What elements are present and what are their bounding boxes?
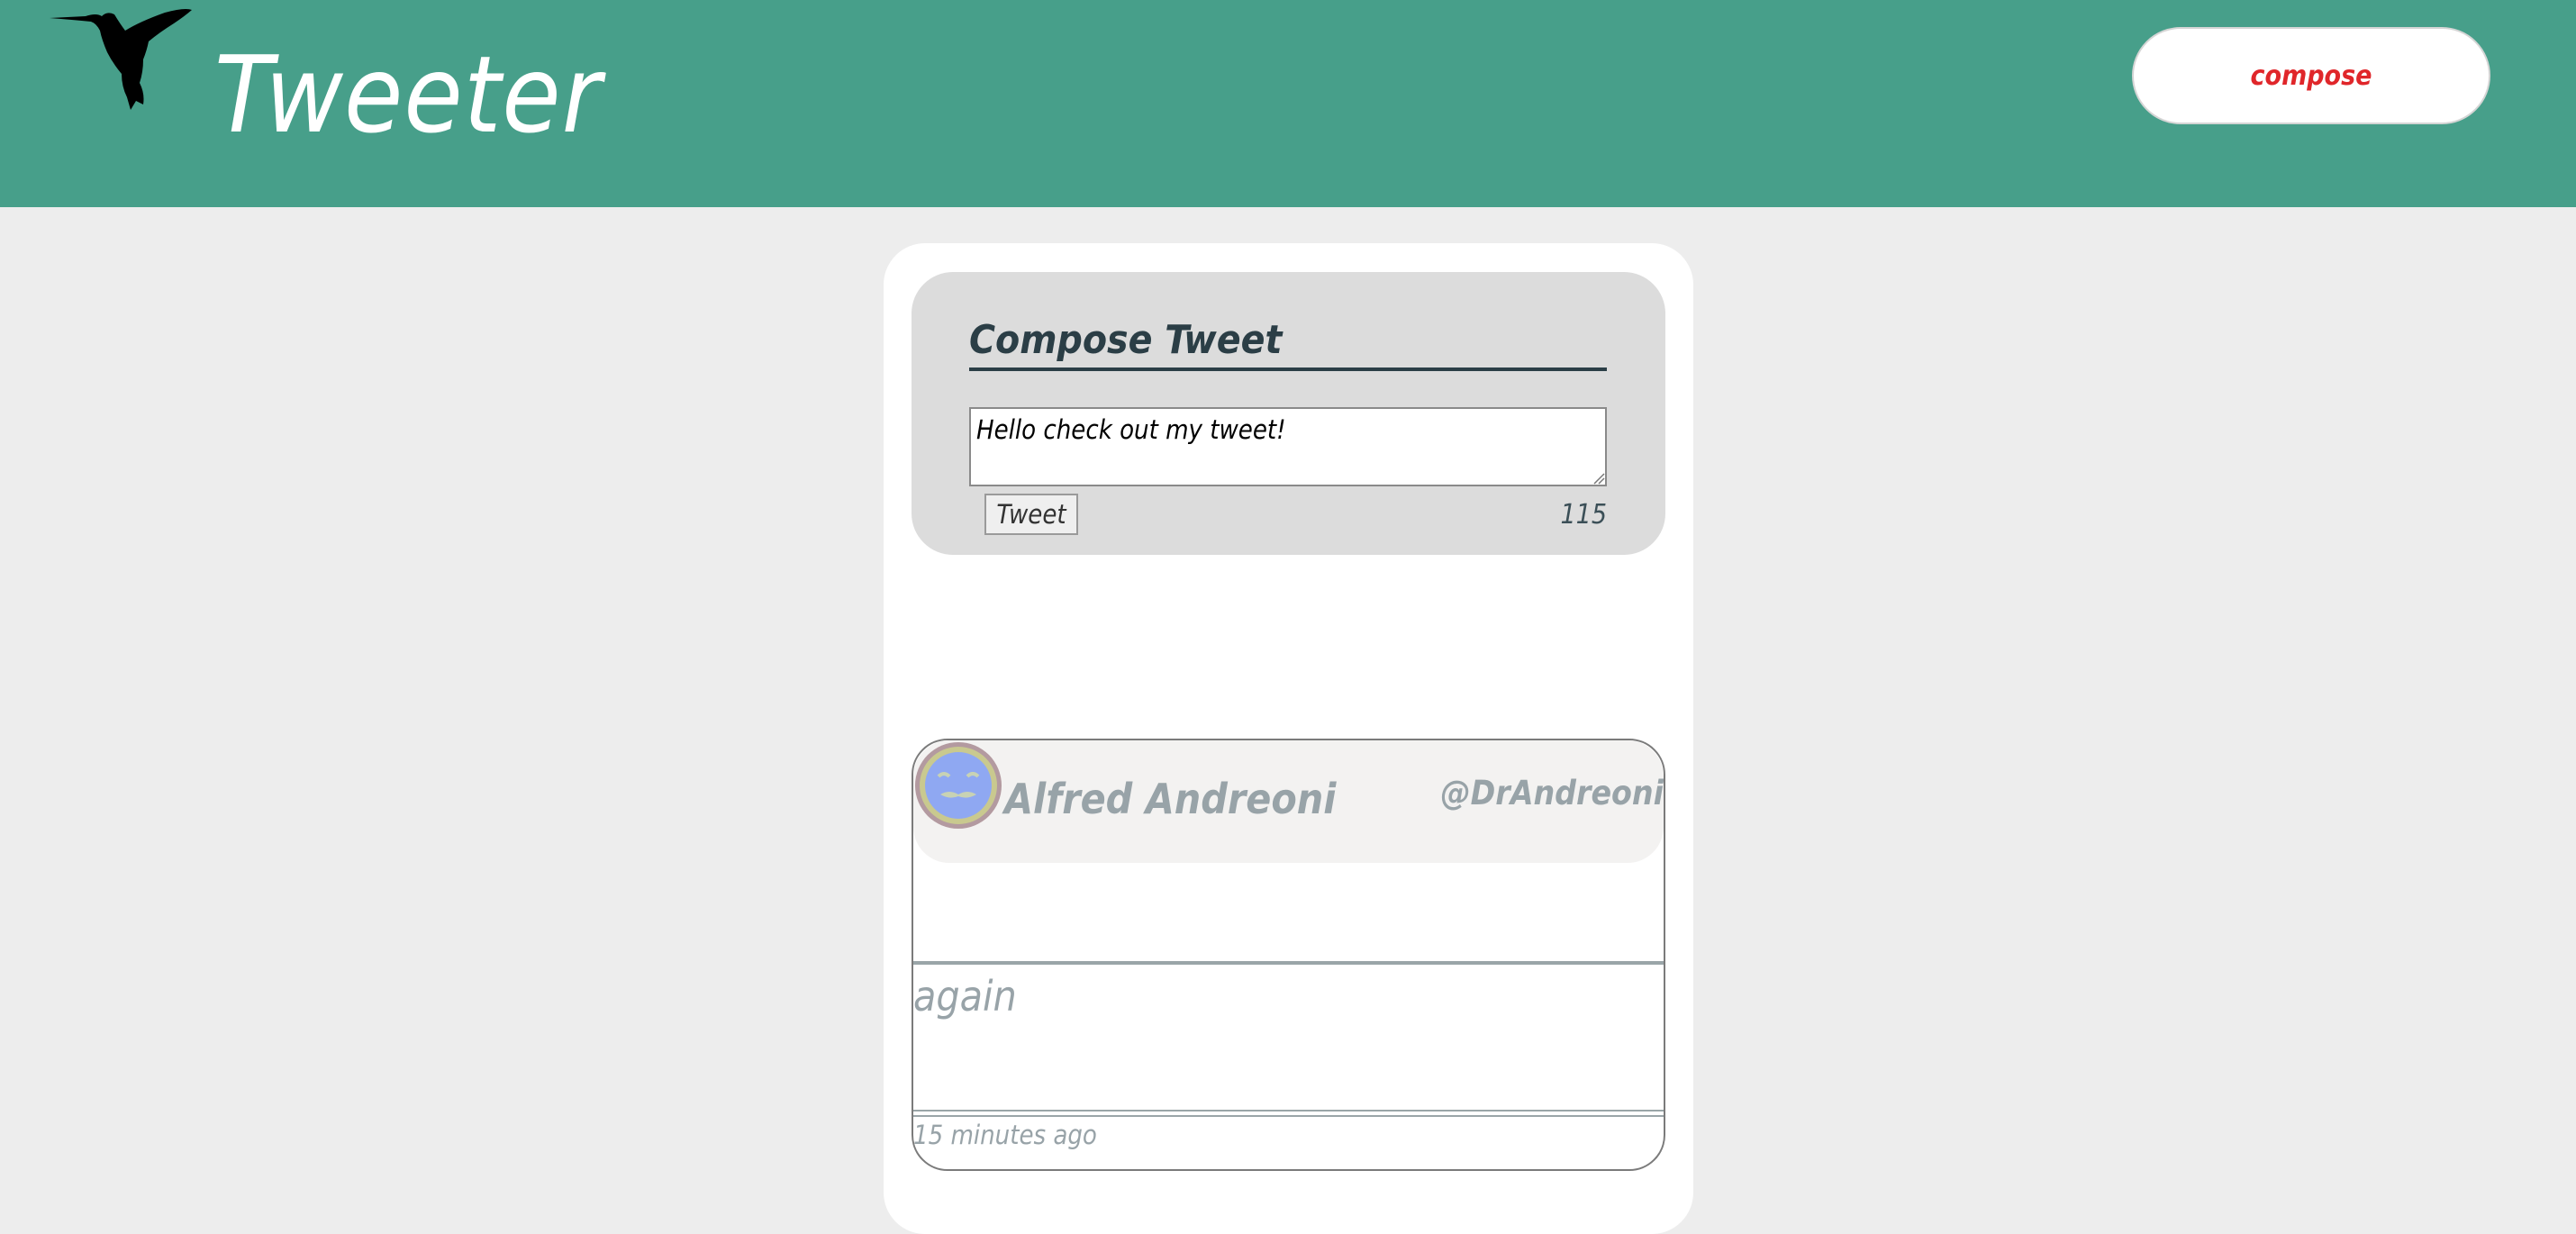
main-container: Compose Tweet Hello check out my tweet! … xyxy=(884,243,1693,1234)
hummingbird-icon[interactable] xyxy=(50,7,194,111)
tweet-card: Alfred Andreoni @DrAndreoni again 15 min… xyxy=(912,739,1665,1171)
tweet-text: again xyxy=(913,972,1017,1021)
divider xyxy=(913,961,1664,965)
compose-title: Compose Tweet xyxy=(969,313,1607,371)
top-nav: Tweeter compose xyxy=(0,0,2576,207)
author-name: Alfred Andreoni xyxy=(1004,775,1337,823)
compose-panel: Compose Tweet Hello check out my tweet! … xyxy=(912,272,1665,555)
author-handle: @DrAndreoni xyxy=(1440,774,1664,812)
tweet-timestamp: 15 minutes ago xyxy=(913,1120,1097,1150)
divider xyxy=(913,1110,1664,1117)
tweet-button[interactable]: Tweet xyxy=(984,494,1078,535)
tweet-header: Alfred Andreoni @DrAndreoni xyxy=(913,740,1664,863)
resize-grip-icon[interactable] xyxy=(1592,472,1605,485)
avatar-face-icon xyxy=(915,742,1002,829)
char-counter: 115 xyxy=(1560,499,1607,531)
app-title: Tweeter xyxy=(214,32,603,157)
tweet-textarea[interactable]: Hello check out my tweet! xyxy=(969,407,1607,486)
compose-button[interactable]: compose xyxy=(2132,27,2490,124)
